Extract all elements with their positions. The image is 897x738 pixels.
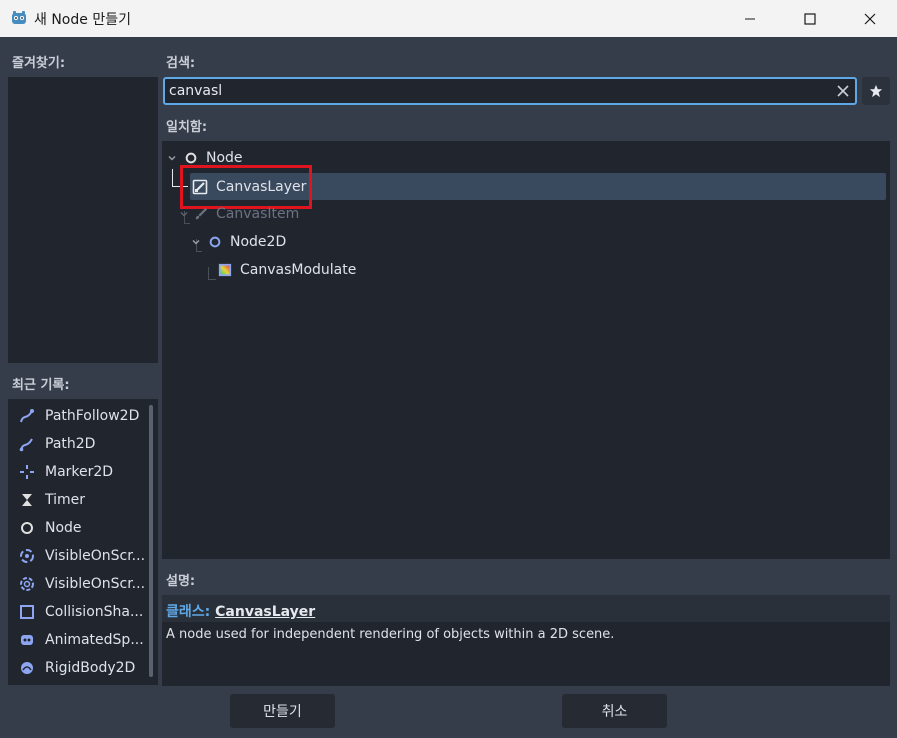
matches-label: 일치함: [166,120,208,135]
chevron-down-icon[interactable] [178,208,190,220]
recent-item-collisionshape[interactable]: CollisionSha... [18,600,143,624]
recent-item-label: RigidBody2D [45,660,136,676]
recent-label: 최근 기록: [12,378,70,393]
search-label: 검색: [166,56,196,71]
tree-item-canvasmodulate[interactable]: CanvasModulate [218,257,356,283]
window-title: 새 Node 만들기 [34,12,131,28]
rigid-body-icon [18,659,36,677]
recent-item-marker2d[interactable]: Marker2D [18,460,113,484]
recent-item-visibleonscreen-enabler[interactable]: VisibleOnScr... [18,572,145,596]
chevron-down-icon[interactable] [166,152,178,164]
recent-item-label: Marker2D [45,464,114,480]
animated-sprite-icon [18,631,36,649]
node-circle-icon [18,519,36,537]
recent-item-label: AnimatedSp... [45,632,144,648]
maximize-button[interactable] [787,0,833,37]
recent-item-label: Timer [45,492,86,508]
recent-item-label: VisibleOnScr... [45,548,146,564]
search-field[interactable] [163,77,857,105]
marker-icon [18,463,36,481]
description-text: A node used for independent rendering of… [166,627,615,642]
path-follow-icon [18,407,36,425]
minimize-icon [745,18,755,19]
tree-guide-line [208,267,209,279]
node-circle-icon [185,152,197,164]
tree-guide-line [208,279,216,280]
node2d-circle-icon [209,236,221,248]
recent-item-path2d[interactable]: Path2D [18,432,95,456]
create-button[interactable]: 만들기 [230,694,335,728]
recent-item-label: VisibleOnScr... [45,576,146,592]
close-icon [864,13,876,24]
recent-item-label: PathFollow2D [45,408,140,424]
recent-item-label: CollisionSha... [45,604,144,620]
recent-item-label: Path2D [45,436,96,452]
recent-item-node[interactable]: Node [18,516,82,540]
tree-item-label: Node2D [230,234,287,250]
star-icon [869,84,883,98]
brush-icon [195,207,208,220]
description-panel: 클래스: CanvasLayer A node used for indepen… [162,595,890,686]
class-link[interactable]: CanvasLayer [215,604,315,620]
recent-list[interactable]: PathFollow2D Path2D Marker2D Timer Node … [8,399,158,685]
recent-item-rigidbody2d[interactable]: RigidBody2D [18,656,135,680]
tree-guide-line [172,169,173,187]
title-bar: 새 Node 만들기 [0,0,897,37]
class-line: 클래스: CanvasLayer [166,601,315,621]
timer-icon [18,491,36,509]
favorites-list[interactable] [8,77,158,363]
canvas-modulate-icon [218,263,232,277]
tree-item-canvasitem[interactable]: CanvasItem [178,201,299,227]
favorite-button[interactable] [862,77,890,105]
close-button[interactable] [847,0,893,37]
collision-shape-icon [18,603,36,621]
minimize-button[interactable] [727,0,773,37]
maximize-icon [804,12,816,25]
tree-item-label: Node [206,150,243,166]
clear-search-icon[interactable] [835,83,851,99]
recent-item-animatedsprite[interactable]: AnimatedSp... [18,628,144,652]
matches-tree[interactable]: Node CanvasLayer CanvasItem Node2D Canva… [162,141,890,559]
tree-item-node2d[interactable]: Node2D [190,229,286,255]
visible-enabler-icon [18,575,36,593]
recent-item-label: Node [45,520,82,536]
class-prefix: 클래스: [166,604,211,620]
recent-item-pathfollow2d[interactable]: PathFollow2D [18,404,139,428]
search-input[interactable] [169,81,829,101]
visible-notifier-icon [18,547,36,565]
godot-logo-icon [12,11,26,24]
tree-item-label: CanvasItem [216,206,300,222]
cancel-button[interactable]: 취소 [562,694,667,728]
recent-item-timer[interactable]: Timer [18,488,85,512]
path-icon [18,435,36,453]
recent-scrollbar[interactable] [149,405,153,677]
favorites-label: 즐겨찾기: [12,56,66,71]
description-label: 설명: [166,574,196,589]
chevron-down-icon[interactable] [190,236,202,248]
recent-item-visibleonscreen-notifier[interactable]: VisibleOnScr... [18,544,145,568]
tree-item-label: CanvasModulate [240,262,357,278]
